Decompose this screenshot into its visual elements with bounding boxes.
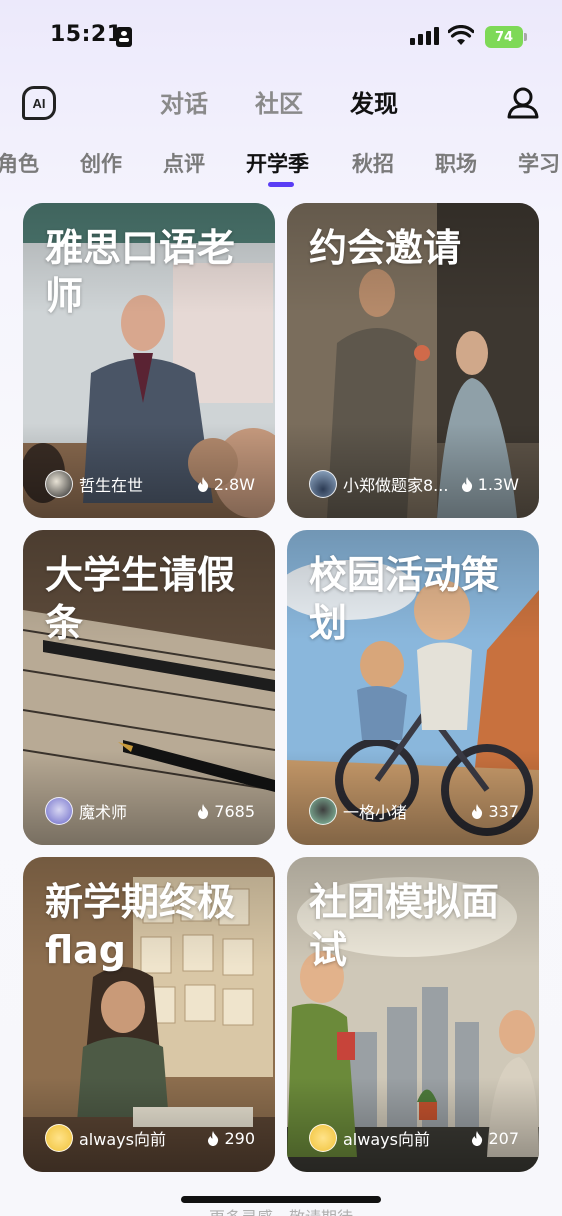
card-footer: always向前 207 <box>309 1124 519 1152</box>
card-leave-note[interactable]: 大学生请假条 魔术师 7685 <box>23 530 275 845</box>
status-bar: 15:21 74 <box>0 0 562 76</box>
category-autumn-recruit[interactable]: 秋招 <box>352 148 394 178</box>
signal-icon <box>410 27 440 45</box>
view-count: 2.8W <box>197 475 255 494</box>
tab-community[interactable]: 社区 <box>255 84 303 119</box>
author-name: 一格小猪 <box>343 803 408 822</box>
card-title: 大学生请假条 <box>45 553 236 645</box>
id-card-icon <box>116 27 132 47</box>
top-tabs: 对话 社区 发现 <box>0 84 562 124</box>
tab-chat[interactable]: 对话 <box>160 84 208 119</box>
view-count-value: 2.8W <box>213 474 255 494</box>
flame-icon <box>208 1130 219 1146</box>
author-name: always向前 <box>79 1130 166 1149</box>
view-count: 290 <box>207 1129 255 1148</box>
profile-icon[interactable] <box>506 86 540 120</box>
view-count-value: 7685 <box>214 801 255 821</box>
view-count-value: 207 <box>488 1128 519 1148</box>
battery-level: 74 <box>494 29 514 45</box>
author-name: 哲生在世 <box>79 476 144 495</box>
flame-icon <box>197 476 208 492</box>
flame-icon <box>461 476 472 492</box>
wifi-icon <box>448 25 474 45</box>
battery-cap <box>524 33 527 41</box>
card-footer: always向前 290 <box>45 1124 255 1152</box>
home-indicator[interactable] <box>181 1196 381 1203</box>
category-workplace[interactable]: 职场 <box>435 148 477 178</box>
card-club-interview[interactable]: 社团模拟面试 always向前 207 <box>287 857 539 1172</box>
card-footer: 魔术师 7685 <box>45 797 255 825</box>
view-count-value: 290 <box>224 1128 255 1148</box>
category-create[interactable]: 创作 <box>80 148 122 178</box>
flame-icon <box>472 803 483 819</box>
card-campus-event[interactable]: 校园活动策划 一格小猪 337 <box>287 530 539 845</box>
card-title: 约会邀请 <box>309 226 462 270</box>
card-title: 社团模拟面试 <box>309 880 500 972</box>
category-back-to-school[interactable]: 开学季 <box>246 148 309 178</box>
view-count: 207 <box>471 1129 519 1148</box>
status-time: 15:21 <box>50 22 123 47</box>
category-role[interactable]: 角色 <box>0 148 39 178</box>
card-footer: 小郑做题家8... 1.3W <box>309 470 519 498</box>
avatar <box>309 470 337 498</box>
avatar <box>309 797 337 825</box>
card-date-invitation[interactable]: 约会邀请 小郑做题家8... 1.3W <box>287 203 539 518</box>
flame-icon <box>472 1130 483 1146</box>
card-title: 校园活动策划 <box>309 553 500 645</box>
view-count: 1.3W <box>461 475 519 494</box>
author-name: 魔术师 <box>79 803 128 822</box>
avatar <box>45 470 73 498</box>
card-title: 雅思口语老师 <box>45 226 236 318</box>
card-footer: 哲生在世 2.8W <box>45 470 255 498</box>
card-semester-flag[interactable]: 新学期终极flag always向前 290 <box>23 857 275 1172</box>
avatar <box>45 1124 73 1152</box>
card-title: 新学期终极flag <box>45 880 236 972</box>
category-active-indicator <box>268 182 294 187</box>
view-count-value: 337 <box>488 801 519 821</box>
card-ielts-teacher[interactable]: 雅思口语老师 哲生在世 2.8W <box>23 203 275 518</box>
author-name: 小郑做题家8... <box>343 476 449 495</box>
flame-icon <box>198 803 209 819</box>
view-count: 7685 <box>197 802 255 821</box>
view-count: 337 <box>471 802 519 821</box>
view-count-value: 1.3W <box>477 474 519 494</box>
category-review[interactable]: 点评 <box>163 148 205 178</box>
card-footer: 一格小猪 337 <box>309 797 519 825</box>
author-name: always向前 <box>343 1130 430 1149</box>
footer-hint: 更多灵感，敬请期待 <box>0 1204 562 1216</box>
battery-icon: 74 <box>485 26 523 48</box>
avatar <box>45 797 73 825</box>
category-study[interactable]: 学习 <box>518 148 560 178</box>
tab-discover[interactable]: 发现 <box>350 84 398 119</box>
avatar <box>309 1124 337 1152</box>
